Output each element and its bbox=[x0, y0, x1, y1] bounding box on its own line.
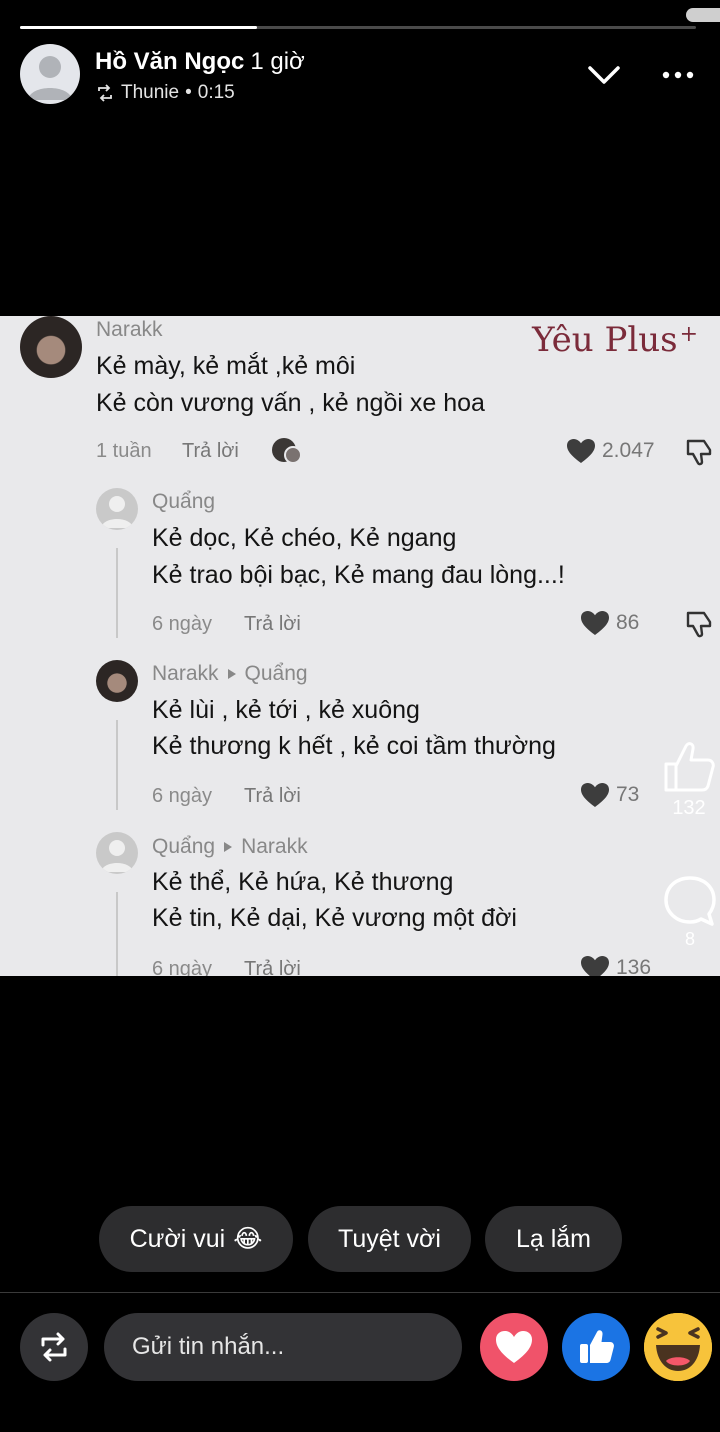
comment-text-line: Kẻ mày, kẻ mắt ,kẻ môi bbox=[96, 352, 356, 380]
thread-line bbox=[116, 720, 118, 810]
reply-arrow-icon bbox=[224, 842, 233, 852]
comment-3: Narakk Quẩng Kẻ lùi , kẻ tới , kẻ xuông … bbox=[0, 658, 720, 828]
small-avatar-icon bbox=[272, 438, 304, 466]
video-comment-count: 8 bbox=[684, 929, 695, 949]
heart-icon bbox=[581, 956, 609, 976]
reply-to-author: Quẩng bbox=[244, 662, 308, 685]
thumbs-up-icon bbox=[580, 1330, 614, 1363]
share-icon bbox=[41, 1332, 67, 1362]
comment-reply: Trả lời bbox=[244, 785, 301, 807]
thread-line bbox=[116, 892, 118, 976]
comment-time: 6 ngày bbox=[152, 958, 213, 976]
divider bbox=[0, 1292, 720, 1293]
reshare-icon bbox=[98, 84, 112, 102]
quick-replies: Cười vui 😂 Tuyệt vời Lạ lắm bbox=[0, 1206, 720, 1272]
more-options-icon[interactable] bbox=[660, 60, 696, 90]
quick-reply-tuyet-voi[interactable]: Tuyệt vời bbox=[308, 1206, 471, 1272]
comment-likes: 73 bbox=[580, 782, 639, 808]
comment-text-line: Kẻ trao bội bạc, Kẻ mang đau lòng...! bbox=[152, 561, 565, 589]
thumbs-up-icon bbox=[664, 742, 715, 792]
sharer-name[interactable]: Thunie bbox=[121, 82, 179, 104]
comment-time: 6 ngày bbox=[152, 785, 213, 807]
comment-author: Quẩng bbox=[152, 835, 216, 858]
heart-icon bbox=[581, 783, 609, 807]
commenter-avatar bbox=[96, 660, 138, 702]
dislike-icon bbox=[686, 439, 712, 466]
comment-likes: 86 bbox=[580, 610, 639, 636]
haha-reaction-button[interactable] bbox=[644, 1313, 712, 1381]
reply-arrow-icon bbox=[227, 669, 236, 679]
comment-author: Narakk bbox=[96, 318, 163, 341]
default-avatar-icon bbox=[101, 496, 133, 528]
message-input[interactable] bbox=[104, 1313, 462, 1381]
heart-icon bbox=[496, 1331, 532, 1363]
story-progress-bar bbox=[20, 26, 696, 29]
thread-line bbox=[116, 548, 118, 638]
comment-reply: Trả lời bbox=[244, 958, 301, 976]
comment-likes: 2.047 bbox=[566, 438, 655, 464]
reply-to-author: Narakk bbox=[241, 835, 308, 858]
comment-text-line: Kẻ thể, Kẻ hứa, Kẻ thương bbox=[152, 868, 454, 896]
comment-likes: 136 bbox=[580, 955, 651, 976]
author-line: Hồ Văn Ngọc 1 giờ bbox=[95, 48, 305, 76]
comment-reply: Trả lời bbox=[244, 613, 301, 635]
story-progress-fill bbox=[20, 26, 257, 29]
chevron-down-icon[interactable] bbox=[586, 60, 622, 90]
author-avatar[interactable] bbox=[20, 44, 80, 104]
comment-time: 1 tuần bbox=[96, 440, 152, 462]
laughing-emoji-icon: 😂 bbox=[233, 1225, 263, 1253]
comment-4: Quẩng Narakk Kẻ thể, Kẻ hứa, Kẻ thương K… bbox=[0, 830, 720, 976]
love-reaction-button[interactable] bbox=[480, 1313, 548, 1381]
heart-icon bbox=[567, 439, 595, 463]
quick-reply-la-lam[interactable]: Lạ lắm bbox=[485, 1206, 622, 1272]
post-time: 1 giờ bbox=[250, 48, 305, 75]
video-comment-button[interactable]: 8 bbox=[660, 874, 720, 950]
default-avatar-icon bbox=[28, 56, 72, 100]
heart-icon bbox=[581, 611, 609, 635]
comment-bubble-icon bbox=[664, 876, 716, 926]
commenter-avatar bbox=[96, 832, 138, 874]
quick-reply-label: Lạ lắm bbox=[515, 1224, 592, 1253]
video-like-button[interactable]: 132 bbox=[658, 738, 720, 820]
comment-text-line: Kẻ lùi , kẻ tới , kẻ xuông bbox=[152, 696, 420, 724]
haha-reaction-icon bbox=[644, 1313, 712, 1381]
comment-2: Quẩng Kẻ dọc, Kẻ chéo, Kẻ ngang Kẻ trao … bbox=[0, 486, 720, 656]
commenter-avatar bbox=[20, 316, 82, 378]
separator-dot: • bbox=[185, 82, 192, 103]
share-button[interactable] bbox=[20, 1313, 88, 1381]
quick-reply-cuoi-vui[interactable]: Cười vui 😂 bbox=[99, 1206, 293, 1272]
quick-reply-label: Cười vui bbox=[129, 1224, 226, 1253]
video-frame[interactable]: Yêu Plus+ Narakk Kẻ mày, kẻ mắt ,kẻ môi … bbox=[0, 316, 720, 976]
commenter-avatar bbox=[96, 488, 138, 530]
author-name[interactable]: Hồ Văn Ngọc bbox=[95, 48, 244, 75]
comment-text-line: Kẻ dọc, Kẻ chéo, Kẻ ngang bbox=[152, 524, 457, 552]
dislike-icon bbox=[686, 611, 712, 638]
quick-reply-label: Tuyệt vời bbox=[338, 1224, 441, 1253]
comment-text-line: Kẻ thương k hết , kẻ coi tầm thường bbox=[152, 732, 556, 760]
status-indicator bbox=[686, 8, 720, 22]
comment-author: Narakk bbox=[152, 662, 219, 685]
video-duration: 0:15 bbox=[197, 82, 235, 103]
comment-text-line: Kẻ tin, Kẻ dại, Kẻ vương một đời bbox=[152, 904, 517, 932]
shared-info: Thunie • 0:15 bbox=[95, 82, 235, 104]
default-avatar-icon bbox=[101, 840, 133, 872]
comment-reply: Trả lời bbox=[182, 440, 239, 462]
story-header: Hồ Văn Ngọc 1 giờ Thunie • 0:15 bbox=[20, 44, 700, 106]
video-like-count: 132 bbox=[672, 797, 706, 819]
comment-1: Narakk Kẻ mày, kẻ mắt ,kẻ môi Kẻ còn vươ… bbox=[0, 316, 720, 486]
like-reaction-button[interactable] bbox=[562, 1313, 630, 1381]
comment-author: Quẩng bbox=[152, 490, 216, 513]
comment-time: 6 ngày bbox=[152, 613, 213, 635]
comment-text-line: Kẻ còn vương vấn , kẻ ngồi xe hoa bbox=[96, 389, 485, 417]
